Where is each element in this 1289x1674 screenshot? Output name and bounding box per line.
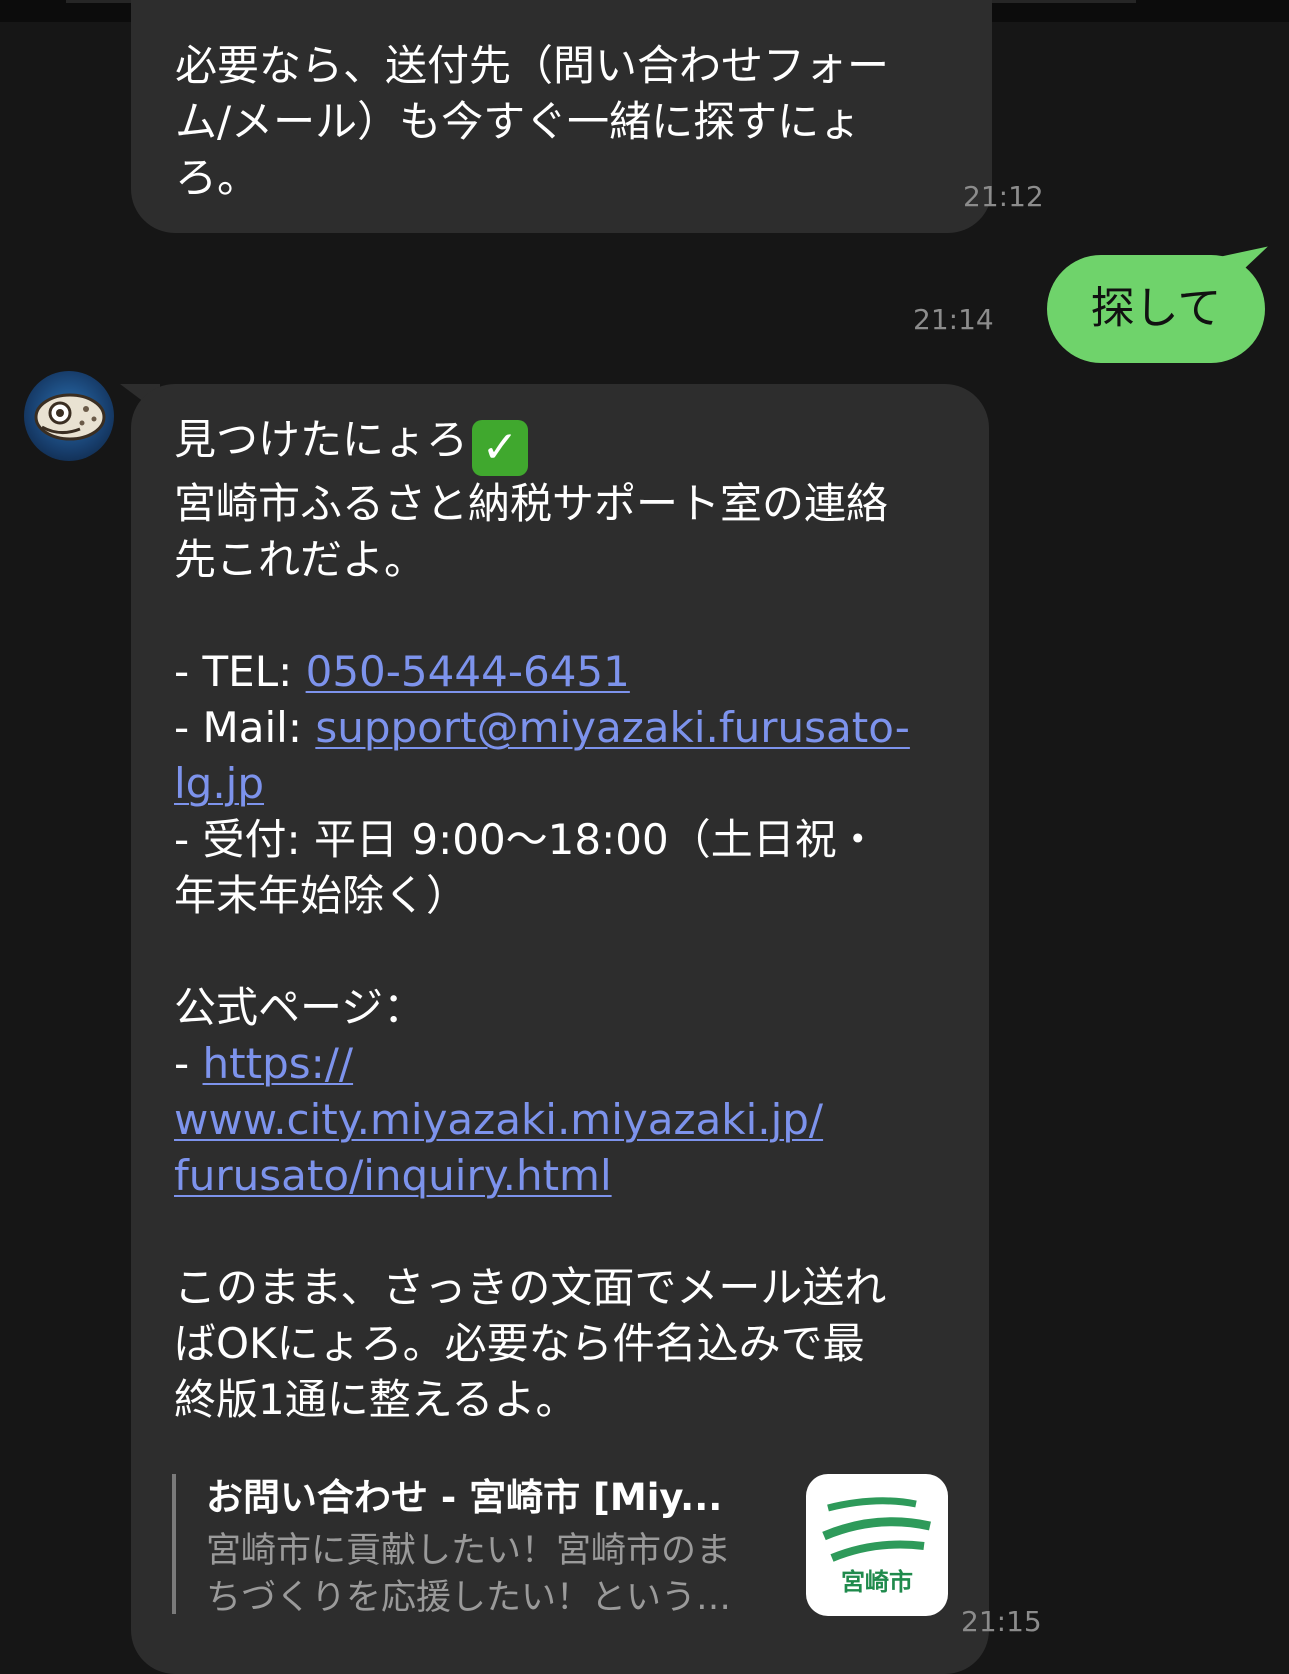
email-link[interactable]: support@miyazaki.furusato- — [315, 703, 910, 752]
message-text: 宮崎市ふるさと納税サポート室の連絡 — [174, 479, 889, 528]
message-text: 必要なら、送付先（問い合わせフォー — [175, 41, 890, 90]
url-prefix: - — [174, 1039, 203, 1088]
message-text: 見つけたにょろ — [174, 415, 469, 464]
check-mark-emoji-icon: ✓ — [472, 420, 529, 476]
fish-avatar-icon[interactable] — [24, 371, 114, 461]
sent-message-bubble[interactable]: 探して — [1047, 255, 1265, 363]
thumbnail-label: 宮崎市 — [841, 1568, 913, 1596]
tel-line: - TEL: 050-5444-6451 — [174, 644, 959, 700]
preview-description-line: ちづくりを応援したい！という… — [206, 1578, 732, 1618]
message-timestamp: 21:15 — [961, 1605, 1042, 1638]
mail-label: - Mail: — [174, 703, 316, 752]
phone-link[interactable]: 050-5444-6451 — [306, 647, 630, 696]
message-text: 年末年始除く） — [174, 871, 469, 920]
email-link-cont[interactable]: lg.jp — [174, 759, 264, 808]
mail-line: - Mail: support@miyazaki.furusato- — [174, 700, 959, 756]
message-timestamp: 21:12 — [963, 180, 1044, 213]
tel-label: - TEL: — [174, 647, 306, 696]
url-line: - https:// — [174, 1036, 959, 1092]
message-text: ろ。 — [175, 153, 260, 202]
official-page-link[interactable]: https:// — [203, 1039, 354, 1088]
preview-description-line: 宮崎市に貢献したい！宮崎市のま — [206, 1531, 732, 1571]
message-text: - 受付: 平日 9:00～18:00（土日祝・ — [174, 815, 879, 864]
link-preview-card[interactable]: お問い合わせ - 宮崎市 [Miy... 宮崎市に貢献したい！宮崎市のま ちづく… — [172, 1472, 948, 1618]
message-line: 見つけたにょろ ✓ — [174, 412, 959, 476]
message-text: 公式ページ： — [174, 983, 426, 1032]
message-text: ばOKにょろ。必要なら件名込みで最 — [174, 1319, 865, 1368]
url-line-cont: www.city.miyazaki.miyazaki.jp/ — [174, 1092, 959, 1148]
official-page-link-cont[interactable]: www.city.miyazaki.miyazaki.jp/ — [174, 1095, 823, 1144]
message-text: ム/メール）も今すぐ一緒に探すにょ — [175, 97, 862, 146]
preview-title: お問い合わせ - 宮崎市 [Miy... — [206, 1476, 723, 1519]
preview-description: 宮崎市に貢献したい！宮崎市のま ちづくりを応援したい！という… — [206, 1528, 731, 1622]
preview-thumbnail: 宮崎市 — [806, 1474, 948, 1616]
mail-line-cont: lg.jp — [174, 756, 959, 812]
message-text: 先これだよ。 — [174, 535, 427, 584]
preview-accent-bar — [172, 1474, 176, 1614]
official-page-link-cont[interactable]: furusato/inquiry.html — [174, 1151, 612, 1200]
received-message-bubble[interactable]: 必要なら、送付先（問い合わせフォー ム/メール）も今すぐ一緒に探すにょ ろ。 — [131, 0, 992, 233]
message-text: このまま、さっきの文面でメール送れ — [174, 1263, 887, 1312]
message-timestamp: 21:14 — [913, 303, 994, 336]
message-text: 終版1通に整えるよ。 — [174, 1375, 578, 1424]
url-line-cont: furusato/inquiry.html — [174, 1148, 959, 1204]
fish-illustration — [34, 393, 106, 441]
